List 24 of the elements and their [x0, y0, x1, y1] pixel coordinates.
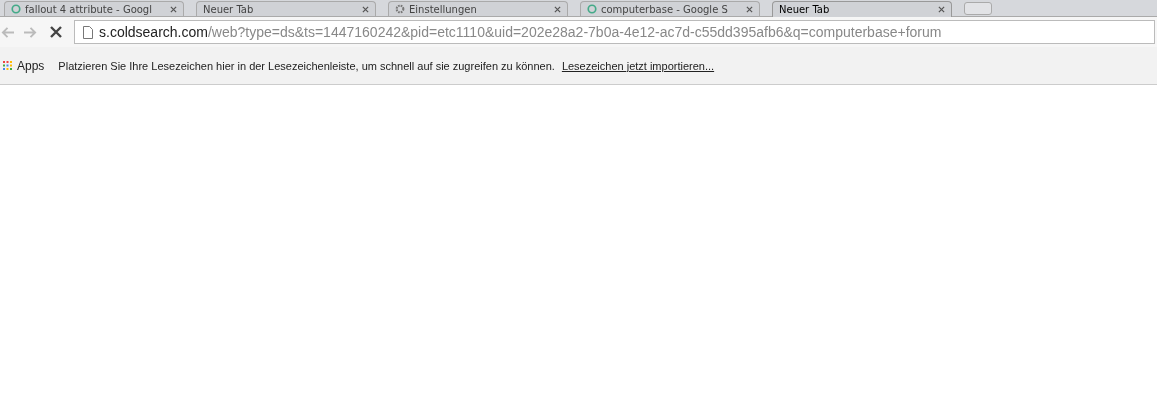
close-icon[interactable] [362, 5, 369, 13]
address-bar[interactable]: s.coldsearch.com/web?type=ds&ts=1447160242&pid=etc1110&uid=202e28a2-7b0a-4e12-ac7d-c55dd395afb6&q=computerbase+forum [74, 20, 1155, 44]
close-icon[interactable] [170, 5, 177, 13]
tab-title: Einstellungen [409, 3, 478, 15]
browser-tab[interactable]: computerbase - Google S [580, 1, 760, 16]
apps-grid-icon[interactable] [3, 61, 12, 70]
page-icon [83, 25, 93, 39]
tab-title: fallout 4 attribute - Googl [25, 3, 153, 15]
import-bookmarks-link[interactable]: Lesezeichen jetzt importieren... [561, 59, 715, 72]
close-icon[interactable] [938, 6, 945, 13]
tab-title: Neuer Tab [779, 4, 831, 15]
apps-link[interactable]: Apps [17, 58, 45, 73]
browser-tab[interactable]: Neuer Tab [196, 1, 376, 16]
browser-tab[interactable]: fallout 4 attribute - Googl [4, 1, 184, 16]
close-icon[interactable] [746, 5, 753, 13]
browser-tab[interactable]: Neuer Tab [772, 1, 952, 17]
tab-title: Neuer Tab [203, 3, 255, 15]
stop-icon[interactable] [50, 26, 62, 38]
gear-icon [395, 4, 405, 14]
browser-tab[interactable]: Einstellungen [388, 1, 568, 16]
tab-title: computerbase - Google S [601, 3, 729, 15]
bookmarks-hint: Platzieren Sie Ihre Lesezeichen hier in der Lesezeichenleiste, um schnell auf sie zugreifen zu können. [58, 59, 555, 72]
url-text: s.coldsearch.com/web?type=ds&ts=1447160242&pid=etc1110&uid=202e28a2-7b0a-4e12-ac7d-c55dd395afb6&q=computerbase+forum [99, 24, 942, 40]
close-icon[interactable] [554, 5, 561, 13]
